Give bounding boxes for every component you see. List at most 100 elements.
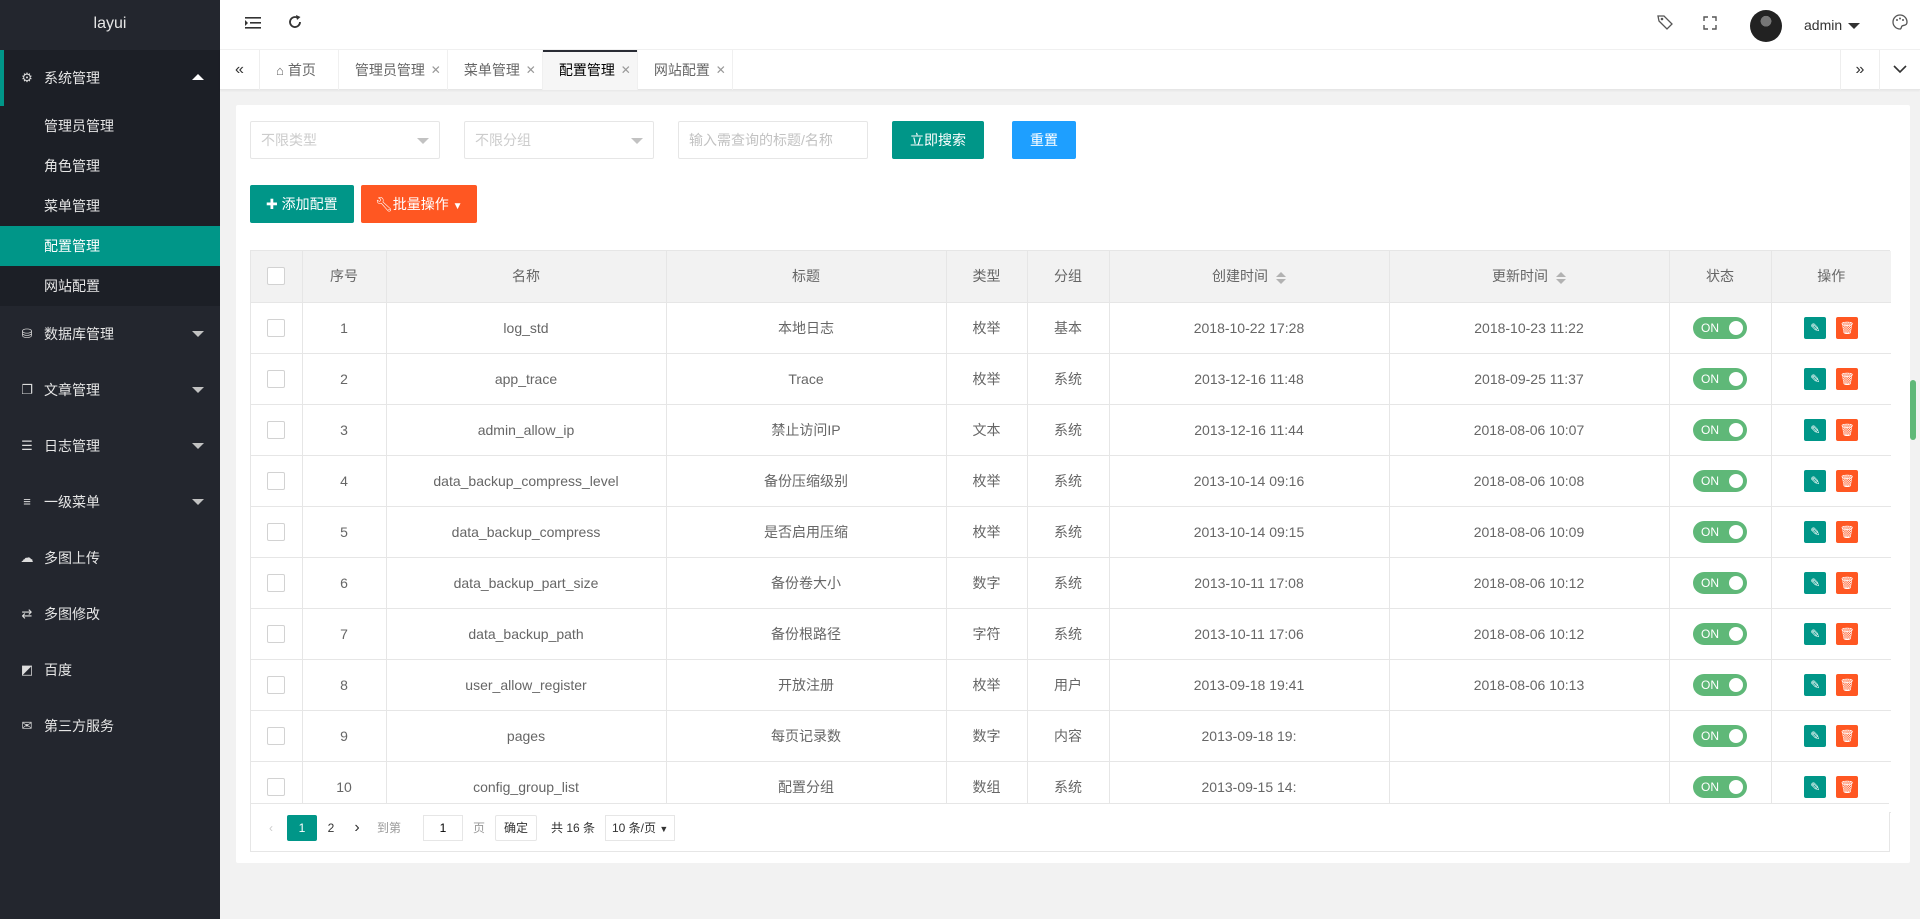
goto-page-input[interactable] — [423, 815, 463, 841]
sidebar-item[interactable]: ✉ 第三方服务 — [0, 698, 220, 754]
sidebar-item-system[interactable]: ⚙ 系统管理 — [0, 50, 220, 106]
sidebar-subitem[interactable]: 网站配置 — [0, 266, 220, 306]
sidebar-item[interactable]: ◩ 百度 — [0, 642, 220, 698]
page-tab[interactable]: ⌂ 首页 — [260, 50, 339, 90]
delete-icon[interactable]: 🗑︎ — [1836, 316, 1859, 339]
sidebar-item[interactable]: ⇄ 多图修改 — [0, 586, 220, 642]
status-toggle[interactable]: ON — [1693, 775, 1747, 798]
sidebar-subitem[interactable]: 配置管理 — [0, 226, 220, 266]
sidebar-subitem[interactable]: 菜单管理 — [0, 186, 220, 226]
config-table: 序号 名称 标题 类型 分组 创建时间 更新时间 状态 操作 1 log_std 本… — [250, 250, 1891, 852]
col-updated[interactable]: 更新时间 — [1389, 251, 1670, 303]
next-page-icon[interactable]: › — [347, 815, 367, 841]
tabs-menu-icon[interactable] — [1880, 50, 1920, 90]
row-checkbox[interactable] — [267, 777, 286, 796]
edit-icon[interactable]: ✎ — [1804, 418, 1827, 441]
page-scrollbar[interactable] — [1910, 380, 1916, 440]
search-input[interactable] — [678, 121, 868, 159]
edit-icon[interactable]: ✎ — [1804, 622, 1827, 645]
edit-icon[interactable]: ✎ — [1804, 367, 1827, 390]
delete-icon[interactable]: 🗑︎ — [1836, 724, 1859, 747]
close-icon[interactable]: ✕ — [431, 50, 441, 90]
type-select[interactable]: 不限类型 — [250, 121, 440, 159]
logo[interactable]: layui — [0, 0, 220, 50]
sidebar-item[interactable]: ⛁ 数据库管理 — [0, 306, 220, 362]
reset-button[interactable]: 重置 — [1012, 121, 1076, 159]
page-tab[interactable]: 配置管理 ✕ — [542, 50, 638, 90]
row-checkbox[interactable] — [267, 624, 286, 643]
close-icon[interactable]: ✕ — [526, 50, 536, 90]
status-toggle[interactable]: ON — [1693, 622, 1747, 645]
sort-icon[interactable] — [1276, 271, 1286, 285]
delete-icon[interactable]: 🗑︎ — [1836, 673, 1859, 696]
page-size-select[interactable]: 10 条/页 ▼ — [605, 815, 676, 841]
cell-updated: 2018-08-06 10:09 — [1389, 506, 1670, 558]
row-checkbox[interactable] — [267, 420, 286, 439]
close-icon[interactable]: ✕ — [621, 50, 631, 90]
sidebar-item-label: 百度 — [44, 662, 72, 678]
col-created[interactable]: 创建时间 — [1109, 251, 1390, 303]
tabs-next-icon[interactable]: » — [1840, 50, 1880, 90]
sidebar-subitem[interactable]: 角色管理 — [0, 146, 220, 186]
edit-icon[interactable]: ✎ — [1804, 571, 1827, 594]
col-actions: 操作 — [1771, 251, 1891, 303]
edit-icon[interactable]: ✎ — [1804, 724, 1827, 747]
select-all-checkbox[interactable] — [267, 267, 286, 286]
theme-icon[interactable] — [1885, 0, 1915, 50]
batch-actions-button[interactable]: 🔧︎批量操作 ▼ — [361, 185, 477, 223]
edit-icon[interactable]: ✎ — [1804, 520, 1827, 543]
close-icon[interactable]: ✕ — [716, 50, 726, 90]
status-toggle[interactable]: ON — [1693, 469, 1747, 492]
sidebar-item[interactable]: ≡ 一级菜单 — [0, 474, 220, 530]
delete-icon[interactable]: 🗑︎ — [1836, 418, 1859, 441]
sidebar-item[interactable]: ☰ 日志管理 — [0, 418, 220, 474]
goto-confirm-button[interactable]: 确定 — [495, 815, 538, 841]
tabs-prev-icon[interactable]: « — [220, 50, 260, 90]
status-toggle[interactable]: ON — [1693, 724, 1747, 747]
status-toggle[interactable]: ON — [1693, 418, 1747, 441]
row-checkbox[interactable] — [267, 573, 286, 592]
fullscreen-icon[interactable] — [1695, 0, 1725, 50]
row-checkbox[interactable] — [267, 318, 286, 337]
group-select[interactable]: 不限分组 — [464, 121, 654, 159]
search-button[interactable]: 立即搜索 — [892, 121, 984, 159]
page-tab[interactable]: 管理员管理 ✕ — [339, 50, 448, 90]
edit-icon[interactable]: ✎ — [1804, 673, 1827, 696]
row-checkbox[interactable] — [267, 471, 286, 490]
sidebar-item[interactable]: ☁ 多图上传 — [0, 530, 220, 586]
delete-icon[interactable]: 🗑︎ — [1836, 622, 1859, 645]
menu-collapse-icon[interactable] — [238, 0, 268, 50]
prev-page-icon[interactable]: ‹ — [261, 815, 281, 841]
page-1[interactable]: 1 — [287, 815, 317, 841]
row-checkbox[interactable] — [267, 675, 286, 694]
user-menu[interactable]: admin — [1804, 0, 1861, 50]
page-2[interactable]: 2 — [321, 815, 341, 841]
status-toggle[interactable]: ON — [1693, 367, 1747, 390]
row-checkbox[interactable] — [267, 726, 286, 745]
sidebar-subitem[interactable]: 管理员管理 — [0, 106, 220, 146]
cell-actions: ✎ 🗑︎ — [1771, 608, 1891, 660]
sidebar-item[interactable]: ❐ 文章管理 — [0, 362, 220, 418]
status-toggle[interactable]: ON — [1693, 316, 1747, 339]
delete-icon[interactable]: 🗑︎ — [1836, 469, 1859, 492]
delete-icon[interactable]: 🗑︎ — [1836, 775, 1859, 798]
edit-icon[interactable]: ✎ — [1804, 775, 1827, 798]
edit-icon[interactable]: ✎ — [1804, 316, 1827, 339]
delete-icon[interactable]: 🗑︎ — [1836, 571, 1859, 594]
page-tab[interactable]: 菜单管理 ✕ — [448, 50, 543, 90]
row-checkbox[interactable] — [267, 522, 286, 541]
status-toggle[interactable]: ON — [1693, 520, 1747, 543]
page-tab[interactable]: 网站配置 ✕ — [638, 50, 733, 90]
status-toggle[interactable]: ON — [1693, 571, 1747, 594]
row-checkbox[interactable] — [267, 369, 286, 388]
sort-icon[interactable] — [1556, 271, 1566, 285]
cell-status: ON — [1669, 557, 1772, 609]
add-config-button[interactable]: ✚ 添加配置 — [250, 185, 354, 223]
tag-icon[interactable] — [1650, 0, 1680, 50]
edit-icon[interactable]: ✎ — [1804, 469, 1827, 492]
avatar[interactable] — [1750, 10, 1782, 42]
refresh-icon[interactable] — [280, 0, 310, 50]
delete-icon[interactable]: 🗑︎ — [1836, 520, 1859, 543]
delete-icon[interactable]: 🗑︎ — [1836, 367, 1859, 390]
status-toggle[interactable]: ON — [1693, 673, 1747, 696]
